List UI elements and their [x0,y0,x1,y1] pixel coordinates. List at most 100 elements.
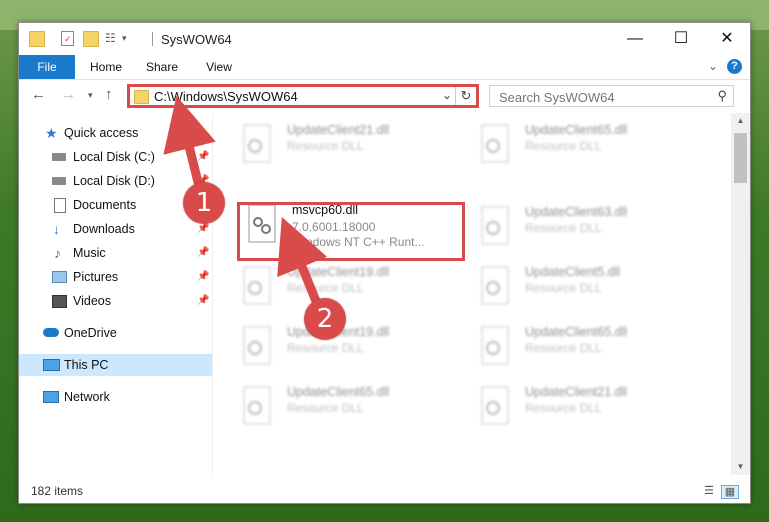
window-title: SysWOW64 [161,32,232,47]
file-list: UpdateClient21.dll Resource DLL msvcp60.… [213,113,731,475]
network-icon [43,391,59,403]
search-box[interactable]: ⚲ [489,85,734,108]
vertical-scrollbar[interactable]: ▲ ▼ [731,113,750,475]
file-type: Resource DLL [287,401,364,415]
tab-view[interactable]: View [194,55,244,79]
expand-ribbon-icon[interactable]: ⌄ [708,59,718,73]
file-item[interactable]: UpdateClient5.dll Resource DLL [471,263,696,313]
file-name: UpdateClient65.dll [525,123,628,137]
file-item[interactable]: UpdateClient19.dll Resource DLL [233,323,458,373]
help-icon[interactable]: ? [727,59,742,74]
nav-label: Local Disk (C:) [73,150,155,164]
nav-label: Documents [73,198,137,212]
pin-icon[interactable]: 📌 [197,242,209,264]
tab-share[interactable]: Share [137,55,187,79]
dll-file-icon [480,386,510,426]
title-bar: ✓ ☷ ▾ SysWOW64 — ☐ ✕ [19,23,750,55]
star-icon: ★ [45,125,58,141]
file-item[interactable]: UpdateClient19.dll Resource DLL [233,263,458,313]
scroll-up-icon[interactable]: ▲ [731,113,750,129]
music-icon: ♪ [54,245,61,261]
nav-item-pictures[interactable]: Pictures 📌 [19,266,212,288]
nav-item-this-pc[interactable]: This PC [19,354,212,376]
address-bar[interactable]: C:\Windows\SysWOW64 ⌄ ↻ [127,84,479,108]
maximize-icon[interactable]: ☐ [658,23,704,55]
navigation-pane: ★ Quick access Local Disk (C:) 📌 Local D… [19,113,212,475]
file-name: UpdateClient19.dll [287,265,390,279]
file-item[interactable]: UpdateClient63.dll Resource DLL [471,203,696,253]
file-name: UpdateClient5.dll [525,265,621,279]
nav-label: Pictures [73,270,119,284]
scroll-thumb[interactable] [734,133,747,183]
file-item[interactable]: UpdateClient65.dll Resource DLL [471,121,696,171]
chevron-down-icon[interactable]: ▾ [122,31,136,45]
nav-item-videos[interactable]: Videos 📌 [19,290,212,312]
file-type: Resource DLL [287,281,364,295]
details-view-icon[interactable]: ☰ [701,485,717,497]
refresh-icon[interactable]: ↻ [455,87,476,105]
nav-item-network[interactable]: Network [19,386,212,408]
explorer-window: ✓ ☷ ▾ SysWOW64 — ☐ ✕ File Home Share Vie… [18,22,751,504]
file-name: UpdateClient63.dll [525,205,628,219]
scroll-down-icon[interactable]: ▼ [731,459,750,475]
nav-label: Network [64,390,110,404]
minimize-icon[interactable]: — [612,23,658,55]
documents-icon [54,198,66,213]
chevron-down-icon[interactable]: ⌄ [442,88,452,102]
item-count: 182 items [31,484,84,498]
step-2-marker: 2 [304,298,346,340]
pin-icon[interactable]: 📌 [197,146,209,168]
nav-label: Downloads [73,222,135,236]
file-type: Resource DLL [287,139,364,153]
nav-item-local-disk-c[interactable]: Local Disk (C:) 📌 [19,146,212,168]
file-item[interactable]: UpdateClient65.dll Resource DLL [471,323,696,373]
close-icon[interactable]: ✕ [704,23,750,55]
large-icons-view-icon[interactable]: ▦ [721,485,739,499]
nav-label: Quick access [64,126,139,140]
navigation-bar: ← → ▾ ↑ C:\Windows\SysWOW64 ⌄ ↻ ⚲ [19,80,750,112]
tab-home[interactable]: Home [81,55,131,79]
dll-file-icon [242,124,272,164]
new-folder-icon[interactable] [83,31,99,47]
customize-toolbar-icon[interactable]: ☷ [105,31,119,45]
nav-label: OneDrive [64,326,117,340]
up-arrow-icon[interactable]: ↑ [105,86,113,103]
ribbon-tabs: File Home Share View ⌄ ? [19,55,750,80]
search-icon[interactable]: ⚲ [717,88,727,104]
highlight-box [237,202,465,261]
file-item[interactable]: UpdateClient21.dll Resource DLL [471,383,696,433]
nav-item-music[interactable]: ♪ Music 📌 [19,242,212,264]
pin-icon[interactable]: 📌 [197,290,209,312]
file-type: Resource DLL [525,341,602,355]
nav-label: This PC [64,358,109,372]
nav-item-local-disk-d[interactable]: Local Disk (D:) 📌 [19,170,212,192]
drive-icon [52,153,66,161]
nav-label: Local Disk (D:) [73,174,155,188]
file-name: UpdateClient65.dll [525,325,628,339]
dll-file-icon [242,386,272,426]
file-item[interactable]: UpdateClient21.dll Resource DLL [233,121,458,171]
download-icon: ↓ [53,221,60,237]
file-name: UpdateClient21.dll [525,385,628,399]
dll-file-icon [480,326,510,366]
properties-icon[interactable]: ✓ [61,31,74,46]
file-item[interactable]: UpdateClient65.dll Resource DLL [233,383,458,433]
dll-file-icon [480,124,510,164]
dll-file-icon [242,266,272,306]
file-type: Resource DLL [525,401,602,415]
videos-icon [52,295,67,308]
recent-locations-icon[interactable]: ▾ [88,90,93,101]
forward-arrow-icon[interactable]: → [61,86,76,103]
nav-item-quick-access[interactable]: ★ Quick access [19,122,212,144]
pin-icon[interactable]: 📌 [197,266,209,288]
search-input[interactable] [490,86,721,108]
file-type: Resource DLL [287,341,364,355]
address-path[interactable]: C:\Windows\SysWOW64 [154,89,298,104]
file-name: UpdateClient65.dll [287,385,390,399]
pictures-icon [52,271,67,283]
tab-file[interactable]: File [19,55,75,79]
nav-item-onedrive[interactable]: OneDrive [19,322,212,344]
file-name: UpdateClient21.dll [287,123,390,137]
nav-item-downloads[interactable]: ↓ Downloads 📌 [19,218,212,240]
back-arrow-icon[interactable]: ← [31,86,46,103]
